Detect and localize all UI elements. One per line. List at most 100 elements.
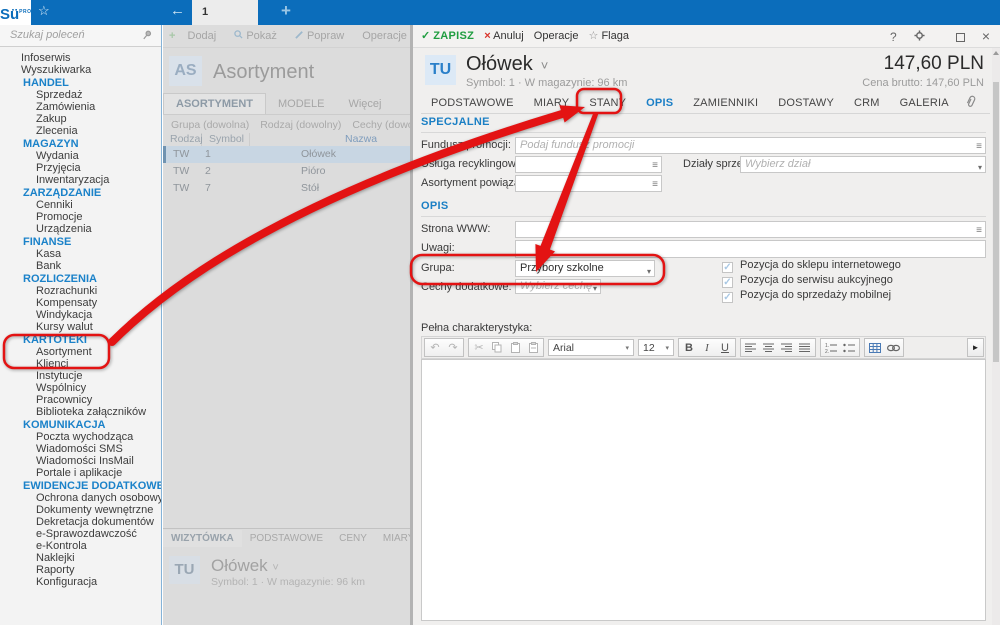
- align-left-icon[interactable]: [742, 340, 760, 356]
- sidebar-item-insmail[interactable]: Wiadomości InsMail: [0, 455, 161, 467]
- sidebar-section-kartoteki[interactable]: KARTOTEKI: [0, 334, 161, 346]
- item-title[interactable]: Ołówek ˅: [466, 53, 548, 76]
- bullet-list-icon[interactable]: [840, 340, 858, 356]
- paste-special-icon[interactable]: [524, 340, 542, 356]
- save-button[interactable]: ✓ ZAPISZ: [421, 30, 474, 42]
- sidebar-section-komunikacja[interactable]: KOMUNIKACJA: [0, 419, 161, 431]
- sidebar-item-konfiguracja[interactable]: Konfiguracja: [0, 576, 161, 588]
- underline-icon[interactable]: U: [716, 340, 734, 356]
- filter-rodzaj[interactable]: Rodzaj (dowolny): [260, 119, 341, 131]
- usluga-input[interactable]: ≡: [515, 156, 662, 173]
- column-rodzaj[interactable]: Rodzaj: [163, 133, 203, 146]
- help-button[interactable]: ?: [890, 30, 897, 44]
- sidebar-item-wydania[interactable]: Wydania: [0, 150, 161, 162]
- sidebar-section-handel[interactable]: HANDEL: [0, 77, 161, 89]
- sidebar-item-przyjecia[interactable]: Przyjęcia: [0, 162, 161, 174]
- tab-stany[interactable]: STANY: [579, 97, 636, 109]
- tab-modele[interactable]: MODELE: [266, 94, 336, 114]
- scroll-up-icon[interactable]: [993, 51, 999, 55]
- tab-asortyment[interactable]: ASORTYMENT: [163, 93, 266, 114]
- scrollbar[interactable]: [992, 48, 1000, 625]
- fundusz-input[interactable]: Podaj fundusz promocji ≡: [515, 137, 986, 154]
- new-tab-icon[interactable]: +: [281, 1, 291, 21]
- tab-opis[interactable]: OPIS: [636, 97, 683, 109]
- tab-dostawy[interactable]: DOSTAWY: [768, 97, 844, 109]
- sidebar-item-poczta[interactable]: Poczta wychodząca: [0, 431, 161, 443]
- numbered-list-icon[interactable]: 1. 2.: [822, 340, 840, 356]
- paperclip-icon[interactable]: [965, 95, 977, 108]
- undo-icon[interactable]: ↶: [426, 340, 444, 356]
- sidebar-item-dekretacja[interactable]: Dekretacja dokumentów: [0, 516, 161, 528]
- chevron-down-icon[interactable]: ˅: [541, 58, 549, 73]
- sidebar-section-zarzadzanie[interactable]: ZARZĄDZANIE: [0, 187, 161, 199]
- cechy-select[interactable]: Wybierz cechę ▾: [515, 279, 601, 294]
- sidebar-item-infoserwis[interactable]: Infoserwis: [0, 52, 161, 64]
- tab-ceny[interactable]: CENY: [331, 530, 375, 547]
- picker-menu-icon[interactable]: ≡: [652, 158, 658, 172]
- insert-table-icon[interactable]: [866, 340, 884, 356]
- sidebar-section-ewidencje[interactable]: EWIDENCJE DODATKOWE: [0, 480, 161, 492]
- table-row[interactable]: TW 2 Pióro: [163, 163, 410, 180]
- sidebar-item-zakup[interactable]: Zakup: [0, 113, 161, 125]
- sidebar-item-zlecenia[interactable]: Zlecenia: [0, 125, 161, 137]
- filter-grupa[interactable]: Grupa (dowolna): [171, 119, 249, 131]
- checkbox-serwis-aukcyjny[interactable]: ✓ Pozycja do serwisu aukcyjnego: [722, 273, 992, 288]
- justify-icon[interactable]: [796, 340, 814, 356]
- sidebar-section-rozliczenia[interactable]: ROZLICZENIA: [0, 273, 161, 285]
- tab-wiecej[interactable]: Więcej: [336, 94, 393, 114]
- sidebar-item-urzadzenia[interactable]: Urządzenia: [0, 223, 161, 235]
- sidebar-section-finanse[interactable]: FINANSE: [0, 236, 161, 248]
- sidebar-item-zamowienia[interactable]: Zamówienia: [0, 101, 161, 113]
- operations-button[interactable]: Operacje: [534, 30, 579, 42]
- sidebar-item-bank[interactable]: Bank: [0, 260, 161, 272]
- sidebar-item-sms[interactable]: Wiadomości SMS: [0, 443, 161, 455]
- sidebar-item-klienci[interactable]: Klienci: [0, 358, 161, 370]
- close-button[interactable]: ×: [982, 28, 990, 44]
- sidebar-item-portale[interactable]: Portale i aplikacje: [0, 467, 161, 479]
- sidebar-item-biblioteka[interactable]: Biblioteka załączników: [0, 406, 161, 418]
- sidebar-item-inwentaryzacja[interactable]: Inwentaryzacja: [0, 174, 161, 186]
- dzialy-select[interactable]: Wybierz dział ▾: [740, 156, 986, 173]
- cut-icon[interactable]: ✂: [470, 340, 488, 356]
- sidebar-item-wyszukiwarka[interactable]: Wyszukiwarka: [0, 64, 161, 76]
- copy-icon[interactable]: [488, 340, 506, 356]
- sidebar-item-kasa[interactable]: Kasa: [0, 248, 161, 260]
- sidebar-item-raporty[interactable]: Raporty: [0, 564, 161, 576]
- sidebar-item-ochrona-danych[interactable]: Ochrona danych osobowych: [0, 492, 161, 504]
- sidebar-item-promocje[interactable]: Promocje: [0, 211, 161, 223]
- sidebar-item-sprzedaz[interactable]: Sprzedaż: [0, 89, 161, 101]
- grupa-select[interactable]: Przybory szkolne ▾: [515, 260, 655, 277]
- redo-icon[interactable]: ↷: [444, 340, 462, 356]
- tab-zamienniki[interactable]: ZAMIENNIKI: [683, 97, 768, 109]
- uwagi-input[interactable]: [515, 240, 986, 258]
- picker-menu-icon[interactable]: ≡: [976, 139, 982, 153]
- richtext-editor-area[interactable]: [421, 359, 986, 621]
- font-family-select[interactable]: Arial ▾: [548, 339, 634, 356]
- checkbox-sklep-internetowy[interactable]: ✓ Pozycja do sklepu internetowego: [722, 258, 992, 273]
- tab-wizytowka[interactable]: WIZYTÓWKA: [163, 530, 242, 547]
- tab-galeria[interactable]: GALERIA: [890, 97, 959, 109]
- sidebar-item-wspolnicy[interactable]: Wspólnicy: [0, 382, 161, 394]
- tab-podstawowe-dim[interactable]: PODSTAWOWE: [242, 530, 331, 547]
- sidebar-item-asortyment[interactable]: Asortyment: [0, 346, 161, 358]
- font-size-select[interactable]: 12 ▾: [638, 339, 674, 356]
- link-icon[interactable]: [884, 340, 902, 356]
- tab-crm[interactable]: CRM: [844, 97, 890, 109]
- table-header[interactable]: Rodzaj Symbol Nazwa: [163, 133, 410, 146]
- command-search[interactable]: Szukaj poleceń: [0, 25, 161, 47]
- sidebar-item-esprawozdawczosc[interactable]: e-Sprawozdawczość: [0, 528, 161, 540]
- sidebar-item-rozrachunki[interactable]: Rozrachunki: [0, 285, 161, 297]
- maximize-button[interactable]: [942, 30, 965, 44]
- asortyment-powiazany-input[interactable]: ≡: [515, 175, 662, 192]
- sidebar-item-kursy-walut[interactable]: Kursy walut: [0, 321, 161, 333]
- align-right-icon[interactable]: [778, 340, 796, 356]
- sidebar-item-dokumenty-wewnetrzne[interactable]: Dokumenty wewnętrzne: [0, 504, 161, 516]
- flag-button[interactable]: ☆ Flaga: [589, 30, 629, 42]
- column-symbol[interactable]: Symbol: [202, 133, 250, 146]
- picker-menu-icon[interactable]: ≡: [976, 223, 982, 237]
- sidebar-item-windykacja[interactable]: Windykacja: [0, 309, 161, 321]
- scrollbar-thumb[interactable]: [993, 82, 999, 362]
- sidebar-item-ekontrola[interactable]: e-Kontrola: [0, 540, 161, 552]
- favorites-star-icon[interactable]: ☆: [38, 3, 50, 19]
- align-center-icon[interactable]: [760, 340, 778, 356]
